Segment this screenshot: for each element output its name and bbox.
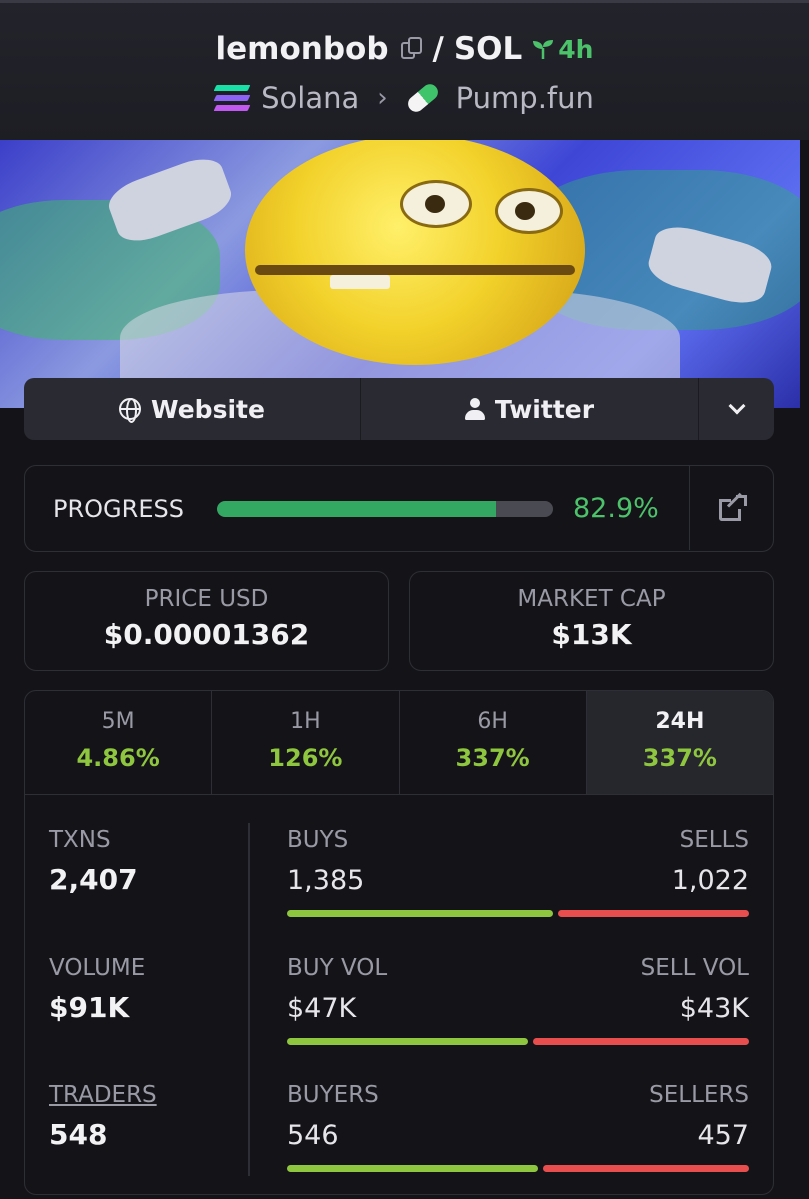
traders-link[interactable]: TRADERS xyxy=(49,1082,157,1108)
token-name: lemonbob xyxy=(215,31,389,67)
social-links-bar: Website Twitter xyxy=(24,378,774,440)
sells-value: 1,022 xyxy=(671,865,749,896)
chevron-right-icon: › xyxy=(377,83,388,113)
sellers-ratio-fill xyxy=(543,1165,749,1172)
token-age-badge: 4h xyxy=(532,35,593,64)
pair-separator: / xyxy=(432,31,444,67)
buy-vol-label: BUY VOL xyxy=(287,955,388,981)
progress-bar-fill xyxy=(217,500,496,517)
buyers-value: 546 xyxy=(287,1120,339,1151)
stats-panel: 5M 4.86% 1H 126% 6H 337% 24H 337% TXNS 2… xyxy=(24,690,774,1195)
progress-value: 82.9% xyxy=(573,493,659,524)
user-icon xyxy=(464,398,485,420)
buy-vol-ratio-fill xyxy=(287,1038,529,1045)
timeframe-tabs: 5M 4.86% 1H 126% 6H 337% 24H 337% xyxy=(25,691,773,795)
token-age: 4h xyxy=(558,34,594,64)
tab-5m[interactable]: 5M 4.86% xyxy=(25,691,213,794)
buy-sell-volume-ratio-bar xyxy=(287,1038,749,1045)
tab-label: 6H xyxy=(477,709,508,734)
twitter-label: Twitter xyxy=(494,394,595,424)
tab-24h[interactable]: 24H 337% xyxy=(586,691,773,794)
trade-stats: TXNS 2,407 VOLUME $91K TRADERS 548 BUYS … xyxy=(25,795,773,1194)
traders-value: 548 xyxy=(49,1118,108,1151)
token-banner-image xyxy=(0,140,800,408)
chain-breadcrumb: Solana › Pump.fun xyxy=(0,80,809,116)
external-link-icon xyxy=(718,492,747,521)
pill-icon xyxy=(404,80,441,116)
buys-sells-stat: BUYS SELLS 1,385 1,022 xyxy=(287,827,749,917)
sell-vol-value: $43K xyxy=(679,993,749,1024)
sells-label: SELLS xyxy=(679,827,749,853)
sell-vol-ratio-fill xyxy=(533,1038,749,1045)
twitter-button[interactable]: Twitter xyxy=(361,378,699,440)
more-links-button[interactable] xyxy=(699,378,774,440)
txns-stat: TXNS 2,407 xyxy=(49,827,138,896)
website-button[interactable]: Website xyxy=(24,378,361,440)
copy-icon[interactable] xyxy=(400,37,423,61)
tab-label: 5M xyxy=(101,709,135,734)
launchpad-name[interactable]: Pump.fun xyxy=(456,81,594,115)
sell-vol-label: SELL VOL xyxy=(640,955,749,981)
bonding-progress: PROGRESS 82.9% xyxy=(24,465,774,552)
pair-symbol: SOL xyxy=(453,31,523,67)
sellers-label: SELLERS xyxy=(649,1082,749,1108)
token-title-row: lemonbob / SOL 4h xyxy=(0,31,809,67)
price-usd-label: PRICE USD xyxy=(144,586,269,612)
volume-stat: VOLUME $91K xyxy=(49,955,145,1024)
solana-icon xyxy=(213,85,251,111)
buys-ratio-fill xyxy=(287,910,553,917)
price-usd-card: PRICE USD $0.00001362 xyxy=(24,571,389,671)
traders-stat: TRADERS 548 xyxy=(49,1082,157,1151)
progress-label: PROGRESS xyxy=(53,494,184,523)
buy-sell-volume-stat: BUY VOL SELL VOL $47K $43K xyxy=(287,955,749,1045)
volume-value: $91K xyxy=(49,991,130,1024)
buys-sells-ratio-bar xyxy=(287,910,749,917)
globe-icon xyxy=(119,398,142,423)
volume-label: VOLUME xyxy=(49,955,146,981)
tab-change: 337% xyxy=(642,744,717,772)
seedling-icon xyxy=(533,40,554,59)
buyers-sellers-ratio-bar xyxy=(287,1165,749,1172)
tab-label: 1H xyxy=(290,709,321,734)
tab-6h[interactable]: 6H 337% xyxy=(400,691,587,794)
sellers-value: 457 xyxy=(697,1120,749,1151)
price-usd-value: $0.00001362 xyxy=(103,618,310,651)
progress-bar xyxy=(217,500,553,517)
tab-label: 24H xyxy=(655,709,705,734)
buy-vol-value: $47K xyxy=(287,993,357,1024)
buyers-label: BUYERS xyxy=(287,1082,379,1108)
open-external-button[interactable] xyxy=(689,466,773,550)
buys-label: BUYS xyxy=(287,827,349,853)
stats-divider xyxy=(248,823,250,1176)
txns-value: 2,407 xyxy=(49,863,138,896)
buys-value: 1,385 xyxy=(287,865,365,896)
token-header: lemonbob / SOL 4h Solana › Pump.fun xyxy=(0,0,809,140)
chevron-down-icon xyxy=(728,397,745,415)
market-cap-card: MARKET CAP $13K xyxy=(409,571,774,671)
tab-1h[interactable]: 1H 126% xyxy=(212,691,400,794)
website-label: Website xyxy=(151,394,265,424)
tab-change: 126% xyxy=(268,744,343,772)
tab-change: 4.86% xyxy=(76,744,160,772)
market-cap-label: MARKET CAP xyxy=(517,586,666,612)
chain-name[interactable]: Solana xyxy=(261,81,359,115)
market-cap-value: $13K xyxy=(551,618,632,651)
txns-label: TXNS xyxy=(49,827,111,853)
tab-change: 337% xyxy=(455,744,530,772)
sells-ratio-fill xyxy=(557,910,749,917)
buyers-ratio-fill xyxy=(287,1165,539,1172)
buyers-sellers-stat: BUYERS SELLERS 546 457 xyxy=(287,1082,749,1172)
